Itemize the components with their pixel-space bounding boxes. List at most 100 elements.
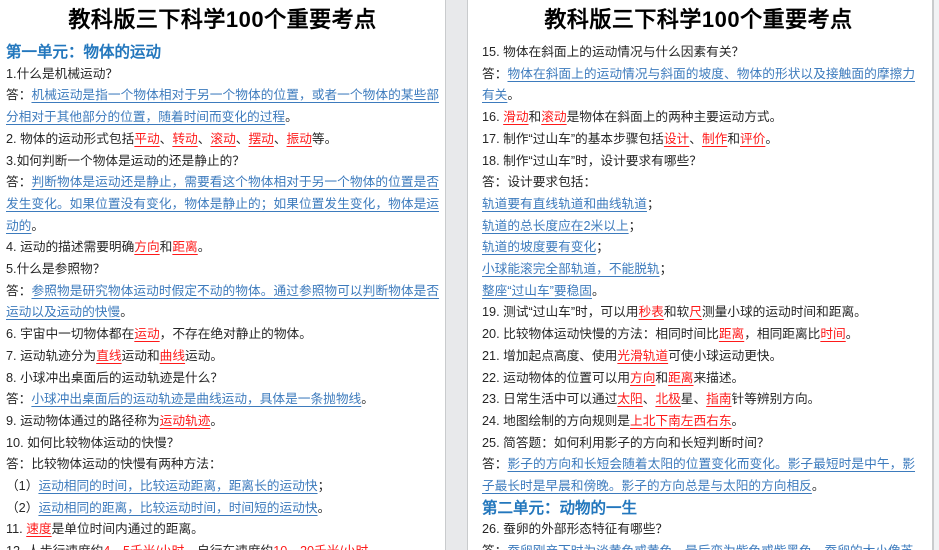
text-run: 18. 制作“过山车”时，设计要求有哪些？ [482, 153, 702, 168]
paragraph: 25. 简答题：如何利用影子的方向和长短判断时间？ [482, 433, 915, 455]
text-run: 。 [765, 131, 779, 146]
text-run: 。 [317, 500, 331, 515]
text-run: 20. 比较物体运动快慢的方法：相同时间比 [482, 327, 719, 342]
paragraph: 24. 地图绘制的方向规则是上北下南左西右东。 [482, 411, 915, 433]
key-term: 直线 [96, 348, 122, 363]
paragraph: 2. 物体的运动形式包括平动、转动、滚动、摆动、振动等。 [6, 129, 439, 151]
key-term: 设计 [663, 131, 690, 146]
text-run: 。 [811, 479, 825, 494]
page-title: 教科版三下科学100个重要考点 [544, 7, 853, 32]
answer-text: 参照物是研究物体运动时假定不动的物体。通过参照物可以判断物体是否运动以及运动的快… [6, 283, 440, 320]
text-run: 等。 [311, 131, 338, 146]
text-run: 来描述。 [693, 370, 745, 385]
key-term: 秒表 [638, 305, 664, 320]
text-run: 12. 人步行速度约 [6, 544, 103, 550]
key-term: 距离 [718, 327, 745, 342]
key-term: 制作 [701, 131, 728, 146]
key-term: 评价 [740, 131, 766, 146]
text-run: 第二单元：动物的一生 [482, 499, 638, 517]
paragraph: 21. 增加起点高度、使用光滑轨道可使小球运动更快。 [482, 346, 915, 368]
text-run: 答： [482, 544, 507, 550]
section-heading: 第一单元：物体的运动 [6, 42, 439, 64]
page-title: 教科版三下科学100个重要考点 [68, 7, 377, 32]
text-run: 2. 物体的运动形式包括 [6, 131, 135, 146]
text-run: ，自行车速度约 [184, 544, 273, 550]
document-page-left: 教科版三下科学100个重要考点 第一单元：物体的运动 1.什么是机械运动？ 答： 机械… [0, 0, 446, 550]
text-run: 和 [655, 370, 669, 385]
text-run: 运动和 [121, 348, 160, 363]
paragraph: 10. 如何比较物体运动的快慢？ [6, 433, 439, 455]
text-run: 5.什么是参照物？ [6, 262, 106, 277]
text-run: 10. 如何比较物体运动的快慢？ [6, 435, 180, 450]
page-body: 15. 物体在斜面上的运动情况与什么因素有关？ 答：物体在斜面上的运动情况与斜面的… [482, 42, 915, 550]
paragraph: 3.如何判断一个物体是运动的还是静止的？ [6, 151, 439, 173]
text-run: 。 [197, 240, 211, 255]
text-run: 测量小球的运动时间和距离。 [701, 305, 867, 320]
paragraph: 6. 宇宙中一切物体都在运动，不存在绝对静止的物体。 [6, 324, 439, 346]
text-run: 和 [528, 110, 542, 125]
paragraph: 轨道的坡度要有变化； [482, 237, 915, 259]
paragraph: 1.什么是机械运动？ [6, 64, 439, 86]
text-run: 运动。 [185, 348, 224, 363]
text-run: 可使小球运动更快。 [668, 348, 783, 363]
text-run: ； [317, 479, 331, 494]
answer-text: 机械运动是指一个物体相对于另一个物体的位置，或者一个物体的某些部分相对于其他部分… [6, 88, 440, 125]
vertical-scrollbar[interactable] [933, 0, 939, 550]
text-run: 是单位时间内通过的距离。 [51, 522, 204, 537]
text-run: 星、 [680, 392, 707, 407]
text-run: 19. 测试“过山车”时，可以用 [482, 305, 639, 320]
paragraph: 4. 运动的描述需要明确方向和距离。 [6, 237, 439, 259]
paragraph: （1）运动相同的时间，比较运动距离，距离长的运动快； [6, 476, 439, 498]
paragraph: 11. 速度是单位时间内通过的距离。 [6, 519, 439, 541]
key-term: 运动轨迹 [159, 413, 211, 428]
text-run: ； [659, 262, 673, 277]
answer-text: 运动相同的距离，比较运动时间，时间短的运动快 [38, 500, 318, 515]
text-run: 21. 增加起点高度、使用 [482, 348, 618, 363]
key-term: 平动 [134, 131, 160, 146]
key-term: 距离 [668, 370, 694, 385]
answer-text: 物体在斜面上的运动情况与斜面的坡度、物体的形状以及接触面的摩擦力有关 [482, 66, 916, 103]
key-term: 速度 [26, 522, 52, 537]
text-run: 26. 蚕卵的外部形态特征有哪些？ [482, 522, 669, 537]
text-run: 答：比较物体运动的快慢有两种方法： [6, 457, 222, 472]
key-term: 4－5千米/小时 [103, 544, 184, 550]
text-run: 是物体在斜面上的两种主要运动方式。 [566, 110, 783, 125]
text-run: 11. [6, 522, 27, 537]
text-run: 24. 地图绘制的方向规则是 [482, 413, 631, 428]
text-run: 25. 简答题：如何利用影子的方向和长短判断时间？ [482, 435, 770, 450]
answer-text: 小球冲出桌面后的运动轨迹是曲线运动，具体是一条抛物线 [31, 392, 362, 407]
text-run: 答： [6, 392, 32, 407]
paragraph: 18. 制作“过山车”时，设计要求有哪些？ [482, 151, 915, 173]
key-term: 运动 [134, 327, 160, 342]
paragraph: （2）运动相同的距离，比较运动时间，时间短的运动快。 [6, 498, 439, 520]
text-run: 23. 日常生活中可以通过 [482, 392, 618, 407]
paragraph: 9. 运动物体通过的路径称为运动轨迹。 [6, 411, 439, 433]
text-run: 、 [159, 131, 173, 146]
key-term: 太阳 [617, 392, 643, 407]
text-run: 22. 运动物体的位置可以用 [482, 370, 631, 385]
text-run: 16. [482, 110, 504, 125]
paragraph: 7. 运动轨迹分为直线运动和曲线运动。 [6, 346, 439, 368]
key-term: 滚动 [210, 131, 236, 146]
text-run: 。 [507, 88, 521, 103]
text-run: 1.什么是机械运动？ [6, 66, 119, 81]
text-run: 7. 运动轨迹分为 [6, 348, 97, 363]
text-run: 、 [235, 131, 249, 146]
text-run: （2） [6, 500, 39, 515]
text-run: 3.如何判断一个物体是运动的还是静止的？ [6, 153, 245, 168]
text-run: ； [646, 196, 660, 211]
answer-text: 小球能滚完全部轨道，不能脱轨 [482, 262, 660, 277]
text-run: 第一单元：物体的运动 [6, 44, 162, 61]
text-run: 针等辨别方向。 [731, 392, 821, 407]
text-run: ，不存在绝对静止的物体。 [159, 327, 312, 342]
answer-text: 影子的方向和长短会随着太阳的位置变化而变化。影子最短时是中午，影子最长时是早晨和… [482, 457, 916, 494]
paragraph: 17. 制作“过山车”的基本步骤包括设计、制作和评价。 [482, 129, 915, 151]
text-run: 、 [689, 131, 702, 146]
text-run: 和 [727, 131, 740, 146]
text-run: 。 [361, 392, 374, 407]
paragraph: 小球能滚完全部轨道，不能脱轨； [482, 259, 915, 281]
key-term: 滑动 [503, 110, 529, 125]
key-term: 曲线 [159, 348, 186, 363]
section-heading: 第二单元：动物的一生 [482, 498, 915, 520]
text-run: 。 [591, 283, 605, 298]
